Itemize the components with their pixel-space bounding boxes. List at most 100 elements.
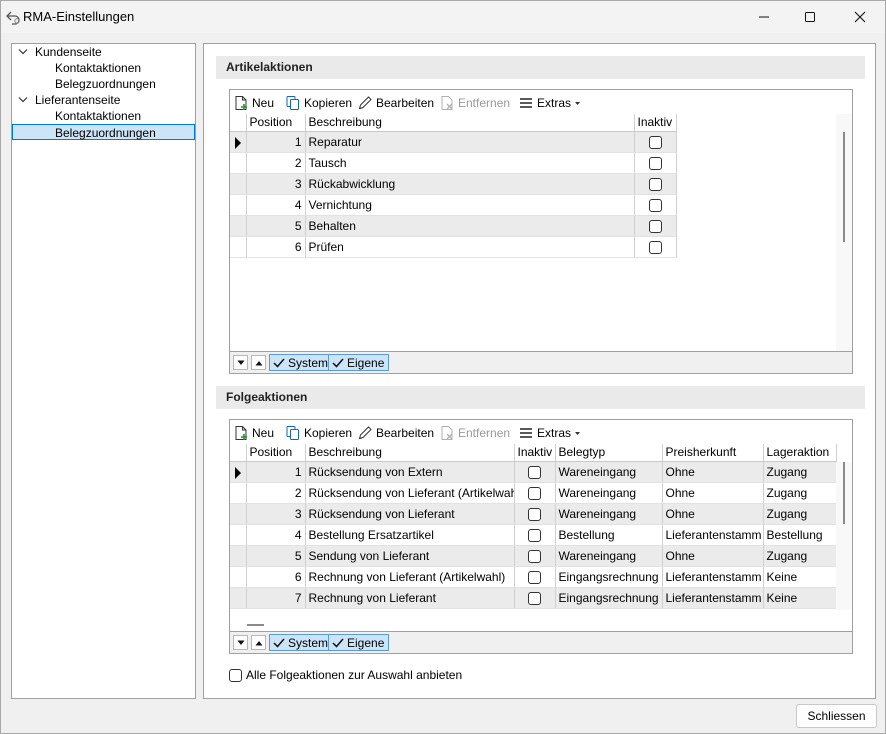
inactive-checkbox[interactable] <box>648 135 662 149</box>
cell-position: 5 <box>246 215 306 237</box>
close-icon <box>854 11 866 23</box>
new-label: Neu <box>252 426 275 440</box>
tree-item-lieferanten-belegzuordnungen[interactable]: Belegzuordnungen <box>12 124 195 140</box>
scrollbar-thumb[interactable] <box>843 132 845 242</box>
extras-label: Extras <box>537 96 572 110</box>
dropdown-arrow-icon <box>575 101 581 105</box>
arrow-down-icon <box>237 360 244 365</box>
move-down-button[interactable] <box>233 635 248 650</box>
cell-stockaction: Bestellung <box>763 524 837 546</box>
move-up-button[interactable] <box>251 355 266 370</box>
inactive-checkbox[interactable] <box>648 198 662 212</box>
column-header-stockaction[interactable]: Lageraktion <box>763 444 837 462</box>
copy-button[interactable]: Kopieren <box>285 94 352 112</box>
offer-all-followup-checkbox[interactable] <box>229 668 242 682</box>
cell-position: 2 <box>246 152 306 174</box>
inactive-checkbox[interactable] <box>528 591 541 605</box>
horizontal-scrollbar-thumb[interactable] <box>247 624 264 626</box>
table-row[interactable]: 1 Reparatur <box>230 131 677 153</box>
cell-inactive <box>514 566 556 588</box>
system-filter-toggle[interactable]: System <box>269 634 334 651</box>
table-header-row: Position Beschreibung Inaktiv <box>230 114 677 132</box>
table-row[interactable]: 3 Rückabwicklung <box>230 173 677 195</box>
inactive-checkbox[interactable] <box>528 570 541 584</box>
edit-button[interactable]: Bearbeiten <box>357 94 434 112</box>
table-row[interactable]: 2 Tausch <box>230 152 677 174</box>
column-header-description[interactable]: Beschreibung <box>305 114 635 132</box>
new-button[interactable]: Neu <box>233 94 274 112</box>
own-filter-toggle[interactable]: Eigene <box>328 634 390 651</box>
tree-group-kundenseite[interactable]: Kundenseite <box>18 44 188 60</box>
inactive-checkbox[interactable] <box>648 240 662 254</box>
row-indicator <box>230 482 247 504</box>
table-row[interactable]: 6 Rechnung von Lieferant (Artikelwahl) E… <box>230 566 837 588</box>
current-row-arrow-icon <box>235 136 241 149</box>
vertical-scrollbar[interactable] <box>836 114 852 352</box>
inactive-checkbox[interactable] <box>528 528 541 542</box>
tree-item-kunden-belegzuordnungen[interactable]: Belegzuordnungen <box>55 76 156 92</box>
cell-pricesource: Ohne <box>662 503 764 525</box>
table-row[interactable]: 7 Rechnung von Lieferant Eingangsrechnun… <box>230 587 837 609</box>
own-filter-toggle[interactable]: Eigene <box>328 354 390 371</box>
checkmark-icon <box>332 358 344 368</box>
copy-button[interactable]: Kopieren <box>285 424 352 442</box>
tree-item-kunden-kontaktaktionen[interactable]: Kontaktaktionen <box>55 60 141 76</box>
inactive-checkbox[interactable] <box>528 507 541 521</box>
table-row[interactable]: 3 Rücksendung von Lieferant Wareneingang… <box>230 503 837 525</box>
row-indicator <box>230 566 247 588</box>
inactive-checkbox[interactable] <box>528 486 541 500</box>
table-row[interactable]: 5 Behalten <box>230 215 677 237</box>
extras-menu-button[interactable]: Extras <box>518 94 581 112</box>
column-header-position[interactable]: Position <box>246 114 306 132</box>
inactive-checkbox[interactable] <box>528 465 541 479</box>
inactive-checkbox[interactable] <box>648 156 662 170</box>
vertical-scrollbar[interactable] <box>836 462 852 610</box>
edit-button[interactable]: Bearbeiten <box>357 424 434 442</box>
row-indicator <box>230 215 247 237</box>
dropdown-arrow-icon <box>575 431 581 435</box>
table-row[interactable]: 2 Rücksendung von Lieferant (Artikelwahl… <box>230 482 837 504</box>
cell-description: Vernichtung <box>305 194 635 216</box>
column-header-inactive[interactable]: Inaktiv <box>514 444 556 462</box>
minimize-button[interactable] <box>741 1 787 33</box>
table-row[interactable]: 5 Sendung von Lieferant Wareneingang Ohn… <box>230 545 837 567</box>
column-header-description[interactable]: Beschreibung <box>305 444 515 462</box>
column-header-inactive[interactable]: Inaktiv <box>634 114 677 132</box>
tree-group-lieferantenseite[interactable]: Lieferantenseite <box>18 92 188 108</box>
close-window-button[interactable] <box>837 1 883 33</box>
remove-button[interactable]: Entfernen <box>439 94 510 112</box>
column-header-position[interactable]: Position <box>246 444 306 462</box>
cell-position: 6 <box>246 236 306 258</box>
maximize-button[interactable] <box>787 1 833 33</box>
tree-item-lieferanten-kontaktaktionen[interactable]: Kontaktaktionen <box>55 108 141 124</box>
new-button[interactable]: Neu <box>233 424 274 442</box>
cell-description: Rückabwicklung <box>305 173 635 195</box>
cell-stockaction: Keine <box>763 566 837 588</box>
column-header-pricesource[interactable]: Preisherkunft <box>662 444 764 462</box>
row-indicator <box>230 503 247 525</box>
table-header-row: Position Beschreibung Inaktiv Belegtyp P… <box>230 444 837 462</box>
table-row[interactable]: 6 Prüfen <box>230 236 677 258</box>
settings-tree: Kundenseite Kontaktaktionen Belegzuordnu… <box>11 43 196 699</box>
inactive-checkbox[interactable] <box>648 177 662 191</box>
table-row[interactable]: 1 Rücksendung von Extern Wareneingang Oh… <box>230 461 837 483</box>
cell-position: 4 <box>246 194 306 216</box>
inactive-checkbox[interactable] <box>648 219 662 233</box>
system-filter-toggle[interactable]: System <box>269 354 334 371</box>
extras-menu-button[interactable]: Extras <box>518 424 581 442</box>
cell-description: Rechnung von Lieferant (Artikelwahl) <box>305 566 515 588</box>
scrollbar-thumb[interactable] <box>843 462 845 524</box>
table-row[interactable]: 4 Vernichtung <box>230 194 677 216</box>
remove-label: Entfernen <box>458 426 511 440</box>
indicator-header <box>230 114 247 132</box>
table-row[interactable]: 4 Bestellung Ersatzartikel Bestellung Li… <box>230 524 837 546</box>
move-down-button[interactable] <box>233 355 248 370</box>
move-up-button[interactable] <box>251 635 266 650</box>
column-header-doctype[interactable]: Belegtyp <box>555 444 663 462</box>
remove-button[interactable]: Entfernen <box>439 424 510 442</box>
offer-all-followup-option[interactable]: Alle Folgeaktionen zur Auswahl anbieten <box>229 668 462 682</box>
cell-pricesource: Lieferantenstamm <box>662 566 764 588</box>
close-dialog-button[interactable]: Schliessen <box>796 704 877 728</box>
inactive-checkbox[interactable] <box>528 549 541 563</box>
cell-doctype: Eingangsrechnung <box>555 587 663 609</box>
